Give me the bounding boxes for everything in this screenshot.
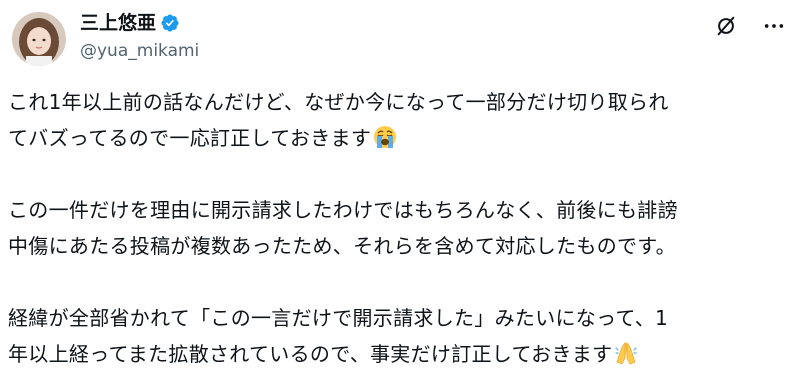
handle[interactable]: @yua_mikami [80,41,199,61]
author-block: 三上悠亜 @yua_mikami [80,12,199,61]
paragraph-2-line-2: 中傷にあたる投稿が複数あったため、それらを含めて対応したものです。 [8,234,676,258]
folded-hands-emoji-icon [613,340,639,366]
paragraph-1-line-1: これ1年以上前の話なんだけど、なぜか今になって一部分だけ切り取られ [8,90,669,114]
verified-badge-icon [160,13,180,33]
post-text: これ1年以上前の話なんだけど、なぜか今になって一部分だけ切り取られ てバズってる… [8,84,793,372]
paragraph-2: この一件だけを理由に開示請求したわけではもちろんなく、前後にも誹謗 中傷にあたる… [8,192,793,264]
paragraph-1: これ1年以上前の話なんだけど、なぜか今になって一部分だけ切り取られ てバズってる… [8,84,793,156]
paragraph-3: 経緯が全部省かれて「この一言だけで開示請求した」みたいになって、1 年以上経って… [8,300,793,372]
name-row: 三上悠亜 [80,12,199,34]
post-card: 三上悠亜 @yua_mikami これ1年以上前の話なんだけど、なぜか今になって… [0,0,800,366]
paragraph-3-line-2: 年以上経ってまた拡散されているので、事実だけ訂正しておきます [8,342,613,366]
top-actions [714,14,786,38]
display-name[interactable]: 三上悠亜 [80,12,156,34]
paragraph-1-line-2: てバズってるので一応訂正しておきます [8,126,372,150]
avatar[interactable] [12,12,66,66]
crying-face-emoji-icon [372,124,398,150]
paragraph-3-line-1: 経緯が全部省かれて「この一言だけで開示請求した」みたいになって、1 [8,306,669,330]
paragraph-2-line-1: この一件だけを理由に開示請求したわけではもちろんなく、前後にも誹謗 [8,198,678,222]
more-icon[interactable] [762,14,786,38]
grok-icon[interactable] [714,14,738,38]
avatar-image [12,12,66,66]
